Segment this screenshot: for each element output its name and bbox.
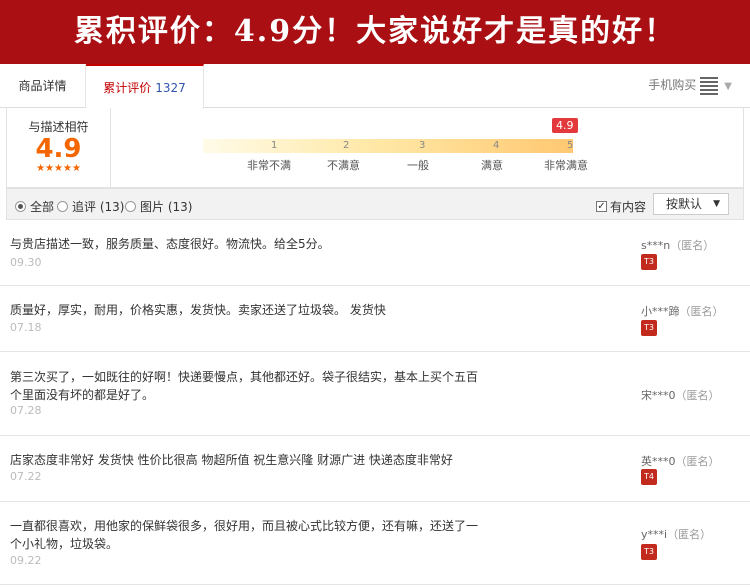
review-item: 店家态度非常好 发货快 性价比很高 物超所值 祝生意兴隆 财源广进 快递态度非常… — [0, 437, 750, 502]
review-item: 一直都很喜欢，用他家的保鲜袋很多，很好用，而且被心式比较方便，还有嘛，还送了一个… — [0, 503, 750, 585]
scale-label: 非常满意 — [544, 159, 588, 172]
sort-label: 按默认 — [666, 197, 703, 211]
user-level-icon: T3 — [641, 544, 657, 560]
review-date: 09.30 — [10, 256, 42, 269]
reviewer: 英***0（匿名） — [641, 453, 720, 469]
scale-label: 一般 — [407, 159, 429, 172]
review-date: 09.22 — [10, 554, 42, 567]
sort-dropdown[interactable]: 按默认 ▼ — [653, 193, 729, 215]
filter-followup-label: 追评 (13) — [72, 200, 125, 214]
review-item: 与贵店描述一致，服务质量、态度很好。物流快。给全5分。 09.30 s***n（… — [0, 221, 750, 286]
anonymous-label: （匿名） — [679, 305, 724, 318]
reviewer-name: 英***0 — [641, 455, 676, 468]
reviewer-name: s***n — [641, 239, 671, 252]
anonymous-label: （匿名） — [667, 528, 712, 541]
radio-icon[interactable] — [57, 201, 68, 212]
promo-banner: 累积评价：4.9分！大家说好才是真的好！ — [0, 0, 750, 64]
anonymous-label: （匿名） — [675, 455, 720, 468]
review-text: 质量好，厚实，耐用，价格实惠，发货快。卖家还送了垃圾袋。 发货快 — [10, 303, 386, 317]
scale-tick: 3 — [419, 140, 426, 151]
tab-product-detail[interactable]: 商品详情 — [0, 64, 86, 108]
review-text: 第三次买了，一如既往的好啊！快递要慢点，其他都还好。袋子很结实，基本上买个五百个… — [10, 370, 479, 402]
tab-reviews-label: 累计评价 — [103, 81, 152, 95]
review-text: 与贵店描述一致，服务质量、态度很好。物流快。给全5分。 — [10, 237, 330, 251]
review-date: 07.22 — [10, 470, 42, 483]
scale-tick: 4 — [493, 140, 500, 151]
scale-tick: 5 — [567, 140, 574, 151]
review-filter-bar: 全部 追评 (13) 图片 (13) ✓ 有内容 按默认 ▼ — [6, 188, 744, 220]
mobile-buy-label: 手机购买 — [648, 78, 697, 92]
reviewer: 小***蹄（匿名） — [641, 303, 724, 319]
tab-reviews[interactable]: 累计评价 1327 — [86, 64, 204, 109]
review-text: 店家态度非常好 发货快 性价比很高 物超所值 祝生意兴隆 财源广进 快递态度非常… — [10, 453, 453, 467]
score-value: 4.9 — [35, 134, 82, 164]
filter-images[interactable]: 图片 (13) — [125, 198, 192, 215]
review-count: 1327 — [155, 81, 186, 95]
scale-label: 非常不满 — [247, 159, 291, 172]
radio-icon[interactable] — [125, 201, 136, 212]
rating-scale-bar: 1 2 3 4 5 — [203, 139, 573, 153]
reviewer: s***n（匿名） — [641, 237, 714, 253]
reviewer-name: 小***蹄 — [641, 305, 680, 318]
scale-label: 满意 — [481, 159, 503, 172]
chevron-down-icon: ▼ — [724, 81, 732, 92]
tab-bar: 商品详情 累计评价 1327 手机购买 ▼ — [0, 64, 750, 109]
score-box: 与描述相符 4.9 ★★★★★ — [7, 108, 111, 188]
reviewer: 宋***0（匿名） — [641, 387, 720, 403]
user-level-icon: T3 — [641, 320, 657, 336]
review-text: 一直都很喜欢，用他家的保鲜袋很多，很好用，而且被心式比较方便，还有嘛，还送了一个… — [10, 519, 479, 551]
score-label: 与描述相符 — [28, 120, 89, 134]
qr-code-icon — [700, 76, 719, 95]
review-item: 第三次买了，一如既往的好啊！快递要慢点，其他都还好。袋子很结实，基本上买个五百个… — [0, 353, 750, 436]
user-level-icon: T4 — [641, 469, 657, 485]
user-level-icon: T3 — [641, 254, 657, 270]
reviewer: y***i（匿名） — [641, 526, 711, 542]
filter-all[interactable]: 全部 — [15, 198, 54, 215]
has-content-checkbox[interactable]: ✓ 有内容 — [596, 198, 646, 215]
filter-all-label: 全部 — [30, 200, 55, 214]
checkmark-icon[interactable]: ✓ — [596, 201, 607, 212]
review-date: 07.28 — [10, 404, 42, 417]
review-item: 质量好，厚实，耐用，价格实惠，发货快。卖家还送了垃圾袋。 发货快 07.18 小… — [0, 287, 750, 352]
star-rating-icon: ★★★★★ — [36, 163, 81, 174]
scale-label: 不满意 — [327, 159, 360, 172]
reviewer-name: y***i — [641, 528, 668, 541]
anonymous-label: （匿名） — [670, 239, 715, 252]
filter-followup[interactable]: 追评 (13) — [57, 198, 124, 215]
review-date: 07.18 — [10, 321, 42, 334]
filter-images-label: 图片 (13) — [140, 200, 193, 214]
has-content-label: 有内容 — [610, 200, 647, 214]
mobile-buy[interactable]: 手机购买 ▼ — [648, 76, 732, 95]
scale-tick: 2 — [343, 140, 350, 151]
radio-selected-icon[interactable] — [15, 201, 26, 212]
rating-summary: 与描述相符 4.9 ★★★★★ 4.9 1 2 3 4 5 非常不满 不满意 一… — [6, 108, 744, 188]
chevron-down-icon: ▼ — [713, 199, 720, 209]
scale-tick: 1 — [271, 140, 278, 151]
score-badge: 4.9 — [552, 118, 578, 133]
anonymous-label: （匿名） — [675, 389, 720, 402]
reviewer-name: 宋***0 — [641, 389, 676, 402]
